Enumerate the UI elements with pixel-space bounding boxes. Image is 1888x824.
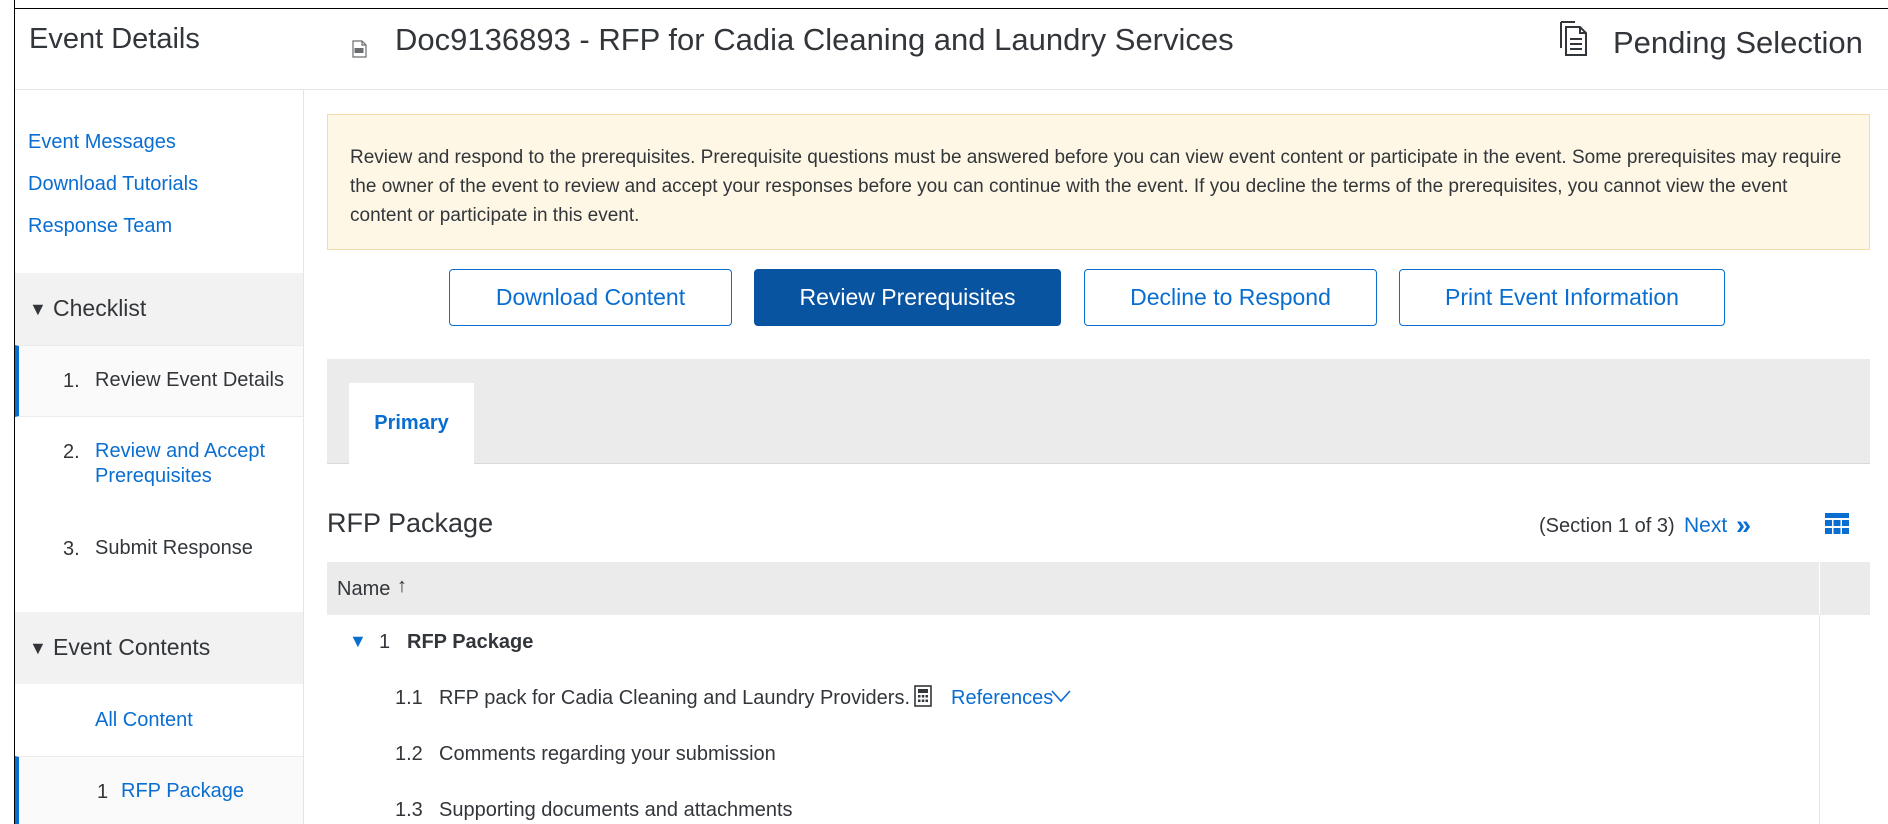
event-contents-header[interactable]: ▼ Event Contents bbox=[15, 612, 303, 684]
checklist-item-label[interactable]: Review and Accept Prerequisites bbox=[95, 439, 285, 489]
double-chevron-right-icon[interactable]: » bbox=[1736, 510, 1751, 541]
row-number: 1.1 bbox=[395, 687, 423, 709]
calculator-icon[interactable] bbox=[914, 685, 932, 707]
rfp-document-icon bbox=[352, 40, 367, 58]
section-title: RFP Package bbox=[327, 508, 494, 538]
page-header: Event Details Doc9136893 - RFP for Cadia… bbox=[15, 9, 1888, 90]
references-dropdown[interactable]: References bbox=[951, 687, 1053, 710]
table-row[interactable]: 1.2 Comments regarding your submission bbox=[327, 727, 1870, 784]
checklist-item-review-prerequisites[interactable]: 2. Review and Accept Prerequisites bbox=[15, 417, 303, 507]
chevron-down-icon[interactable] bbox=[1051, 689, 1071, 703]
checklist-item-number: 1. bbox=[63, 370, 80, 392]
column-divider bbox=[1819, 783, 1820, 824]
content-item-rfp-package[interactable]: 1 RFP Package bbox=[15, 756, 303, 824]
document-title: Doc9136893 - RFP for Cadia Cleaning and … bbox=[395, 22, 1234, 57]
event-details-title: Event Details bbox=[29, 23, 200, 55]
column-divider bbox=[1819, 615, 1820, 671]
tab-strip: Primary bbox=[327, 359, 1870, 464]
row-number: 1 bbox=[379, 631, 391, 653]
table-row[interactable]: ▼ 1 RFP Package bbox=[327, 615, 1870, 672]
table-row[interactable]: 1.3 Supporting documents and attachments bbox=[327, 783, 1870, 824]
decline-to-respond-button[interactable]: Decline to Respond bbox=[1084, 269, 1377, 326]
response-team-link[interactable]: Response Team bbox=[28, 215, 172, 238]
sidebar: Event Messages Download Tutorials Respon… bbox=[15, 90, 304, 824]
column-divider bbox=[1819, 562, 1820, 615]
notice-text: Review and respond to the prerequisites.… bbox=[350, 147, 1842, 226]
all-content-item[interactable]: All Content bbox=[15, 684, 303, 757]
row-label: Comments regarding your submission bbox=[439, 743, 776, 765]
column-divider bbox=[1819, 727, 1820, 783]
table-options-icon[interactable] bbox=[1825, 513, 1849, 535]
event-status: Pending Selection bbox=[1613, 25, 1863, 60]
checklist-item-submit-response[interactable]: 3. Submit Response bbox=[15, 507, 303, 587]
pending-document-icon bbox=[1560, 21, 1587, 56]
checklist-item-number: 2. bbox=[63, 441, 80, 463]
sort-ascending-icon[interactable]: ↑ bbox=[397, 575, 407, 598]
row-label: RFP Package bbox=[407, 631, 534, 653]
content-item-label[interactable]: RFP Package bbox=[121, 779, 244, 804]
checklist-title: Checklist bbox=[53, 295, 147, 321]
checklist-item-label: Submit Response bbox=[95, 537, 253, 559]
app-root: Event Details Doc9136893 - RFP for Cadia… bbox=[0, 0, 1888, 824]
checklist-item-label: Review Event Details bbox=[95, 369, 284, 391]
next-section-link[interactable]: Next bbox=[1684, 514, 1727, 538]
collapse-triangle-icon: ▼ bbox=[29, 299, 47, 319]
tab-primary[interactable]: Primary bbox=[349, 383, 474, 464]
checklist-item-number: 3. bbox=[63, 538, 80, 560]
checklist-header[interactable]: ▼ Checklist bbox=[15, 273, 303, 345]
checklist-item-review-event-details[interactable]: 1. Review Event Details bbox=[15, 345, 303, 417]
row-number: 1.3 bbox=[395, 799, 423, 821]
row-label: Supporting documents and attachments bbox=[439, 799, 793, 821]
table-header: Name ↑ bbox=[327, 562, 1870, 615]
expand-triangle-icon[interactable]: ▼ bbox=[349, 631, 367, 652]
column-divider bbox=[1819, 671, 1820, 727]
print-event-information-button[interactable]: Print Event Information bbox=[1399, 269, 1725, 326]
download-tutorials-link[interactable]: Download Tutorials bbox=[28, 173, 198, 196]
content-item-number: 1 bbox=[97, 781, 109, 803]
event-contents-title: Event Contents bbox=[53, 634, 211, 660]
tab-primary-label: Primary bbox=[374, 412, 449, 434]
prerequisite-notice: Review and respond to the prerequisites.… bbox=[327, 114, 1870, 250]
row-label: RFP pack for Cadia Cleaning and Laundry … bbox=[439, 687, 910, 709]
event-messages-link[interactable]: Event Messages bbox=[28, 131, 176, 154]
column-header-name[interactable]: Name bbox=[337, 578, 390, 601]
all-content-link[interactable]: All Content bbox=[95, 708, 193, 733]
row-number: 1.2 bbox=[395, 743, 423, 765]
download-content-button[interactable]: Download Content bbox=[449, 269, 732, 326]
review-prerequisites-button[interactable]: Review Prerequisites bbox=[754, 269, 1061, 326]
table-row[interactable]: 1.1 RFP pack for Cadia Cleaning and Laun… bbox=[327, 671, 1870, 728]
collapse-triangle-icon: ▼ bbox=[29, 638, 47, 658]
section-position: (Section 1 of 3) bbox=[1539, 515, 1675, 537]
